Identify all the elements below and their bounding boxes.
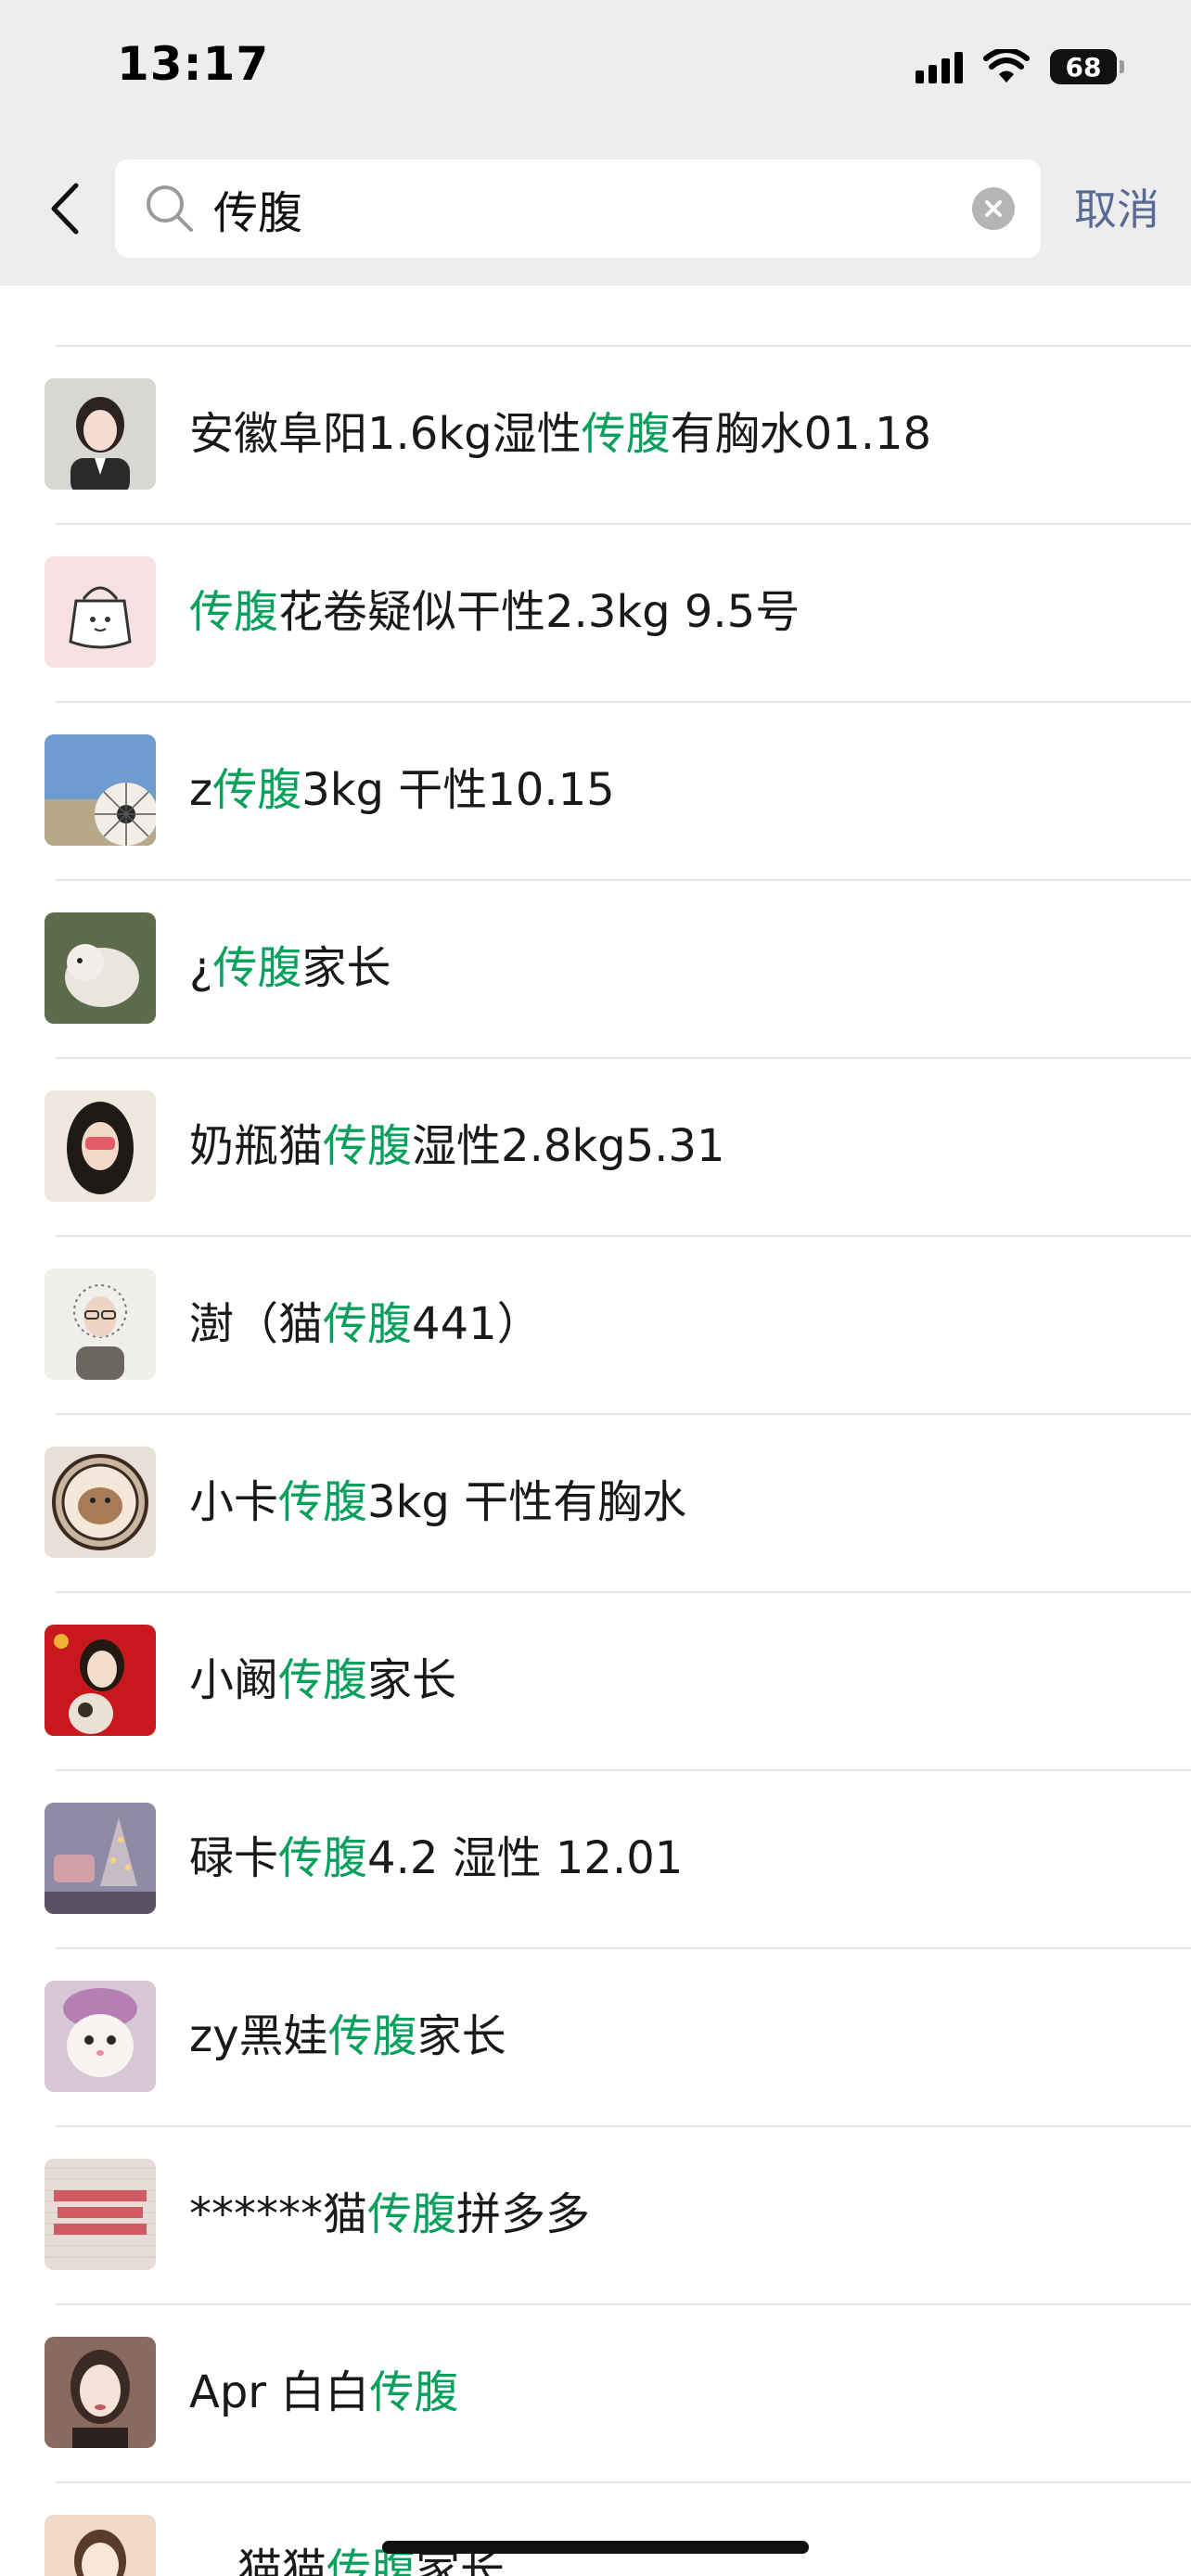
cellular-signal-icon [916, 50, 963, 83]
divider [56, 1591, 1191, 1593]
battery-level: 68 [1065, 51, 1102, 83]
contact-name: 安徽阜阳1.6kg湿性传腹有胸水01.18 [189, 408, 932, 460]
search-bar[interactable] [115, 159, 1041, 258]
status-time: 13:17 [117, 37, 270, 91]
divider [56, 1947, 1191, 1949]
divider [56, 2303, 1191, 2305]
divider [56, 1413, 1191, 1415]
divider [56, 523, 1191, 525]
search-icon [147, 185, 193, 232]
contact-name: 奶瓶猫传腹湿性2.8kg5.31 [189, 1120, 725, 1172]
header: 13:17 68 传腹 取消 [0, 0, 1191, 286]
chevron-left-icon [51, 183, 79, 235]
avatar [45, 2337, 156, 2448]
avatar [45, 378, 156, 490]
list-item[interactable]: Apr 白白传腹 [0, 2303, 1191, 2481]
contact-name: z传腹3kg 干性10.15 [189, 764, 615, 816]
avatar [45, 2515, 156, 2576]
home-indicator[interactable] [382, 2541, 809, 2554]
list-item[interactable]: 小卡传腹3kg 干性有胸水 [0, 1413, 1191, 1591]
avatar [45, 2159, 156, 2270]
avatar [45, 1090, 156, 1202]
contact-name: 碌卡传腹4.2 湿性 12.01 [189, 1832, 684, 1884]
contact-name: ******猫传腹拼多多 [189, 2188, 591, 2240]
divider [56, 1769, 1191, 1771]
divider [56, 2481, 1191, 2483]
divider [56, 879, 1191, 881]
list-item[interactable]: 安徽阜阳1.6kg湿性传腹有胸水01.18 [0, 345, 1191, 523]
avatar [45, 734, 156, 846]
list-item[interactable]: 澍（猫传腹441） [0, 1235, 1191, 1413]
contact-name: 小阚传腹家长 [189, 1654, 457, 1706]
list-item[interactable]: 奶瓶猫传腹湿性2.8kg5.31 [0, 1057, 1191, 1235]
wifi-icon [983, 49, 1030, 83]
avatar [45, 912, 156, 1024]
divider [56, 1235, 1191, 1237]
status-icons: 68 [916, 43, 1124, 91]
screen: 安徽阜阳1.6kg湿性传腹有胸水01.18 传腹花卷疑似干性2.3kg 9.5号 [0, 0, 1191, 2576]
contact-name: 澍（猫传腹441） [189, 1298, 542, 1350]
avatar [45, 1447, 156, 1558]
avatar [45, 1269, 156, 1380]
divider [56, 1057, 1191, 1059]
list-item[interactable]: 小阚传腹家长 [0, 1591, 1191, 1769]
cancel-button[interactable]: 取消 [1074, 176, 1159, 237]
avatar [45, 556, 156, 668]
contact-name: Apr 白白传腹 [189, 2366, 459, 2418]
list-item[interactable]: z传腹3kg 干性10.15 [0, 701, 1191, 879]
battery-icon: 68 [1050, 49, 1124, 84]
back-button[interactable] [41, 176, 87, 241]
avatar [45, 1625, 156, 1736]
divider [56, 701, 1191, 703]
list-item[interactable]: ******猫传腹拼多多 [0, 2125, 1191, 2303]
clear-search-button[interactable] [972, 187, 1015, 230]
contact-name: zy黑娃传腹家长 [189, 2010, 506, 2062]
list-item[interactable]: ¿传腹家长 [0, 879, 1191, 1057]
contact-name: ¿传腹家长 [189, 942, 391, 994]
close-icon [985, 200, 1002, 217]
divider [56, 2125, 1191, 2127]
list-item[interactable]: 碌卡传腹4.2 湿性 12.01 [0, 1769, 1191, 1947]
divider [56, 345, 1191, 347]
list-item[interactable]: 传腹花卷疑似干性2.3kg 9.5号 [0, 523, 1191, 701]
contact-name: 小卡传腹3kg 干性有胸水 [189, 1476, 687, 1528]
contact-name: 传腹花卷疑似干性2.3kg 9.5号 [189, 586, 800, 638]
list-item[interactable]: zy黑娃传腹家长 [0, 1947, 1191, 2125]
avatar [45, 1803, 156, 1914]
avatar [45, 1981, 156, 2092]
list-item[interactable]: 猫猫传腹家长 [0, 2481, 1191, 2576]
search-input[interactable] [213, 159, 955, 258]
